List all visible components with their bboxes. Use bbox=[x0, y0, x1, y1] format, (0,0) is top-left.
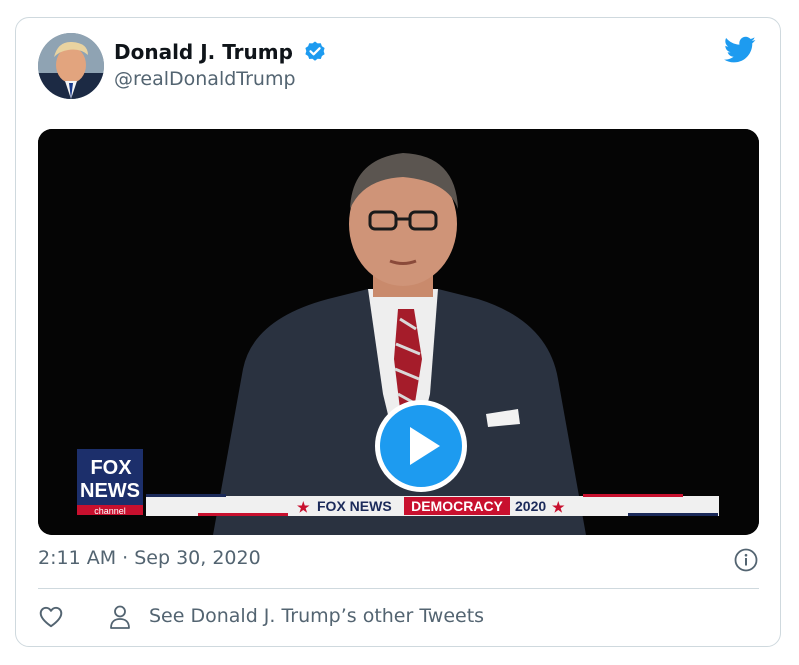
banner-year: 2020 bbox=[515, 498, 546, 514]
see-other-tweets-link[interactable]: See Donald J. Trump’s other Tweets bbox=[149, 605, 484, 627]
avatar-image bbox=[38, 33, 104, 99]
fox-logo-line3: channel bbox=[94, 506, 126, 516]
info-icon[interactable] bbox=[734, 548, 758, 572]
person-icon bbox=[110, 605, 130, 629]
author-name[interactable]: Donald J. Trump bbox=[114, 40, 293, 64]
divider bbox=[38, 588, 759, 589]
banner-star-left: ★ bbox=[297, 499, 310, 515]
banner-star-right: ★ bbox=[552, 499, 565, 515]
tweet-card: Donald J. Trump @realDonaldTrump FOX NEW… bbox=[15, 17, 781, 647]
twitter-bird-icon[interactable] bbox=[724, 36, 756, 64]
fox-logo-line1: FOX bbox=[90, 457, 132, 479]
banner-network: FOX NEWS bbox=[317, 498, 392, 514]
play-icon bbox=[410, 427, 440, 465]
play-button[interactable] bbox=[375, 400, 467, 492]
avatar[interactable] bbox=[38, 33, 104, 99]
verified-badge-icon bbox=[305, 41, 325, 61]
author-handle[interactable]: @realDonaldTrump bbox=[114, 68, 296, 90]
tweet-timestamp[interactable]: 2:11 AM · Sep 30, 2020 bbox=[38, 547, 261, 569]
heart-icon[interactable] bbox=[38, 604, 64, 630]
fox-logo-line2: NEWS bbox=[80, 480, 140, 502]
video-player[interactable]: FOX NEWS channel ★ FOX NEWS DEMOCRACY 20… bbox=[38, 129, 759, 535]
banner-program: DEMOCRACY bbox=[411, 498, 503, 514]
